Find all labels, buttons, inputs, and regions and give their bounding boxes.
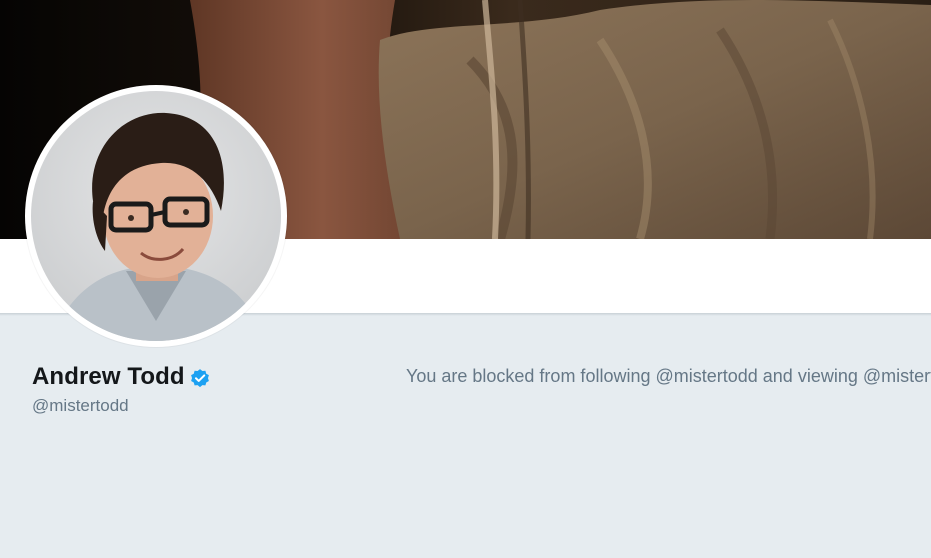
verified-badge-icon: [189, 367, 211, 389]
profile-handle[interactable]: @mistertodd: [32, 396, 129, 416]
profile-name-row: Andrew Todd: [32, 361, 211, 393]
profile-avatar[interactable]: [25, 85, 287, 347]
profile-display-name[interactable]: Andrew Todd: [32, 363, 185, 391]
blocked-notice: You are blocked from following @misterto…: [406, 366, 931, 386]
